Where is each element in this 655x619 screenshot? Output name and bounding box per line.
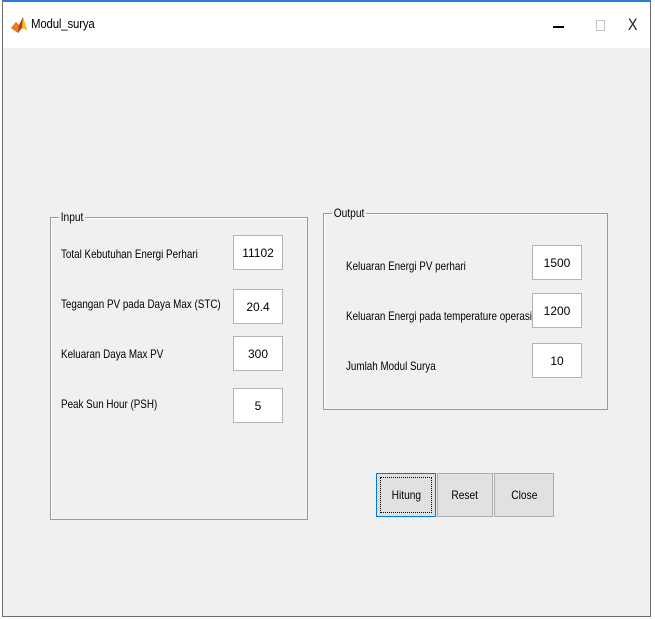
- minimize-icon: [552, 26, 564, 28]
- reset-button[interactable]: Reset: [437, 473, 493, 517]
- title-bar[interactable]: Modul_surya X: [3, 2, 650, 48]
- output-panel: Output Keluaran Energi PV perhari Keluar…: [323, 206, 608, 410]
- input-panel-title: Input: [59, 210, 86, 224]
- maximize-button[interactable]: [580, 10, 620, 40]
- close-icon: X: [628, 15, 638, 34]
- close-window-button[interactable]: X: [618, 10, 648, 40]
- input-label-voltage: Tegangan PV pada Daya Max (STC): [61, 297, 221, 311]
- hitung-button[interactable]: Hitung: [376, 473, 436, 517]
- power-input[interactable]: [233, 336, 283, 371]
- output-label-module-count: Jumlah Modul Surya: [346, 359, 436, 373]
- input-label-psh: Peak Sun Hour (PSH): [61, 397, 158, 411]
- window-title: Modul_surya: [31, 16, 95, 31]
- energy-input[interactable]: [233, 235, 283, 270]
- input-label-energy: Total Kebutuhan Energi Perhari: [61, 247, 198, 261]
- pv-energy-output[interactable]: [532, 245, 582, 280]
- close-button[interactable]: Close: [494, 473, 554, 517]
- reset-label: Reset: [451, 488, 479, 502]
- output-label-temp-energy: Keluaran Energi pada temperature operasi: [346, 309, 532, 323]
- hitung-label: Hitung: [391, 488, 421, 502]
- output-panel-title: Output: [332, 206, 367, 220]
- app-window: Modul_surya X Input Total Kebutuhan Ener…: [2, 0, 651, 617]
- input-label-power: Keluaran Daya Max PV: [61, 347, 164, 361]
- maximize-icon: [595, 19, 605, 31]
- focus-rectangle: Hitung: [380, 477, 432, 513]
- psh-input[interactable]: [233, 388, 283, 423]
- temp-energy-output[interactable]: [532, 293, 582, 328]
- input-panel: Input Total Kebutuhan Energi Perhari Teg…: [50, 210, 308, 520]
- module-count-output[interactable]: [532, 343, 582, 378]
- minimize-button[interactable]: [538, 10, 578, 40]
- voltage-input[interactable]: [233, 289, 283, 324]
- matlab-icon: [11, 17, 27, 33]
- close-label: Close: [510, 488, 538, 502]
- output-label-pv-energy: Keluaran Energi PV perhari: [346, 259, 466, 273]
